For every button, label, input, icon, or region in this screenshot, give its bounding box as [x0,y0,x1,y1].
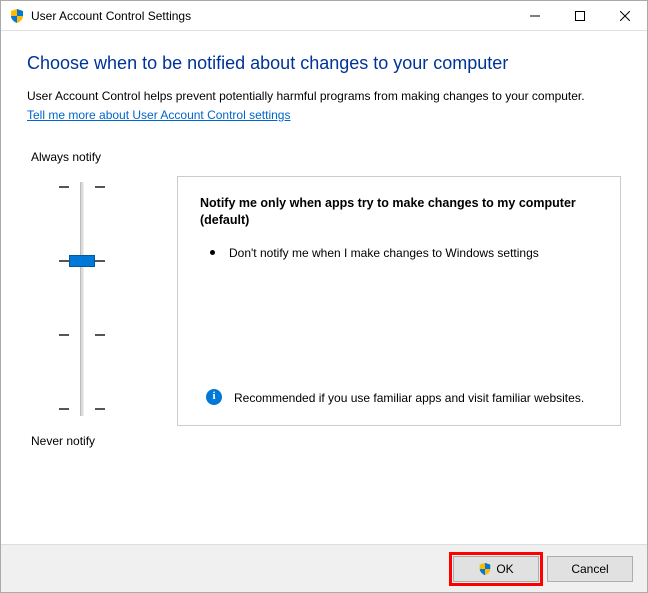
page-heading: Choose when to be notified about changes… [27,53,621,74]
description-title: Notify me only when apps try to make cha… [200,195,600,230]
description-box: Notify me only when apps try to make cha… [177,176,621,426]
slider-tick [59,260,69,262]
slider-thumb[interactable] [69,255,95,267]
bullet-text: Don't notify me when I make changes to W… [229,244,539,262]
slider-tick [95,186,105,188]
recommendation-text: Recommended if you use familiar apps and… [234,389,584,407]
info-icon: i [206,389,222,405]
slider-bottom-label: Never notify [27,434,137,448]
footer: OK Cancel [1,544,647,592]
slider-tick [59,186,69,188]
slider-tick [95,260,105,262]
minimize-button[interactable] [512,1,557,30]
slider-top-label: Always notify [27,150,137,164]
slider-area: Always notify Never notify Notify me onl… [27,150,621,448]
intro-text: User Account Control helps prevent poten… [27,89,585,103]
recommendation-row: i Recommended if you use familiar apps a… [200,389,600,411]
ok-label: OK [496,562,513,576]
slider-tick [95,334,105,336]
maximize-button[interactable] [557,1,602,30]
description-bullet: Don't notify me when I make changes to W… [200,244,600,262]
learn-more-link[interactable]: Tell me more about User Account Control … [27,107,290,124]
slider-tick [59,408,69,410]
shield-icon [9,8,25,24]
cancel-button[interactable]: Cancel [547,556,633,582]
slider-track [80,182,84,416]
ok-button[interactable]: OK [453,556,539,582]
close-button[interactable] [602,1,647,30]
notification-slider[interactable] [42,174,122,424]
slider-column: Always notify Never notify [27,150,137,448]
uac-settings-window: User Account Control Settings Choose whe… [0,0,648,593]
content-area: Choose when to be notified about changes… [1,31,647,544]
cancel-label: Cancel [571,562,608,576]
bullet-icon [210,250,215,255]
intro-paragraph: User Account Control helps prevent poten… [27,88,621,124]
slider-tick [95,408,105,410]
window-title: User Account Control Settings [31,9,512,23]
titlebar: User Account Control Settings [1,1,647,31]
shield-icon [478,562,492,576]
slider-tick [59,334,69,336]
